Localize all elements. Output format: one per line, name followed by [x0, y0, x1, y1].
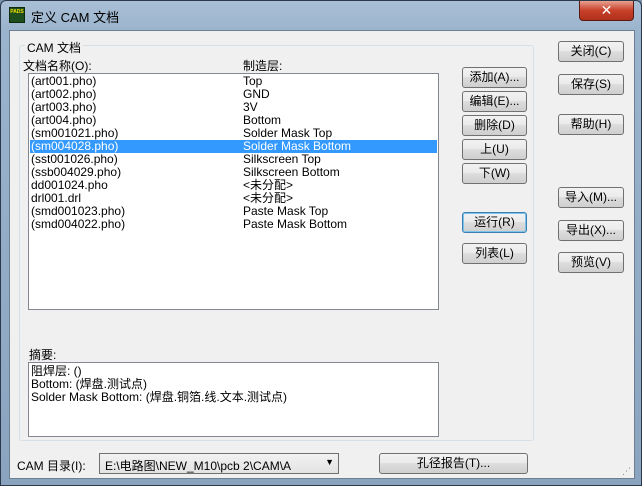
export-button[interactable]: 导出(X)... — [558, 220, 624, 241]
dialog-client-area: CAM 文档 文档名称(O): 制造层: (art001.pho) Top (art… — [9, 30, 635, 479]
move-down-button[interactable]: 下(W) — [462, 163, 527, 184]
run-button[interactable]: 运行(R) — [462, 212, 527, 233]
cam-documents-group-label: CAM 文档 — [25, 39, 84, 56]
window-title: 定义 CAM 文档 — [31, 10, 120, 25]
document-name-column-label: 文档名称(O): — [23, 59, 92, 73]
chevron-down-icon[interactable]: ▼ — [325, 457, 334, 467]
define-cam-documents-dialog: PADS 定义 CAM 文档 ✕ CAM 文档 文档名称(O): 制造层: (a… — [0, 0, 642, 486]
cam-document-list[interactable]: (art001.pho) Top (art002.pho) GND (art003.ph… — [28, 73, 439, 310]
drill-report-button[interactable]: 孔径报告(T)... — [379, 453, 528, 474]
fabrication-layer-column-label: 制造层: — [243, 59, 283, 73]
resize-grip-icon[interactable]: ⋰ — [622, 466, 632, 476]
fabrication-layer: Paste Mask Bottom — [243, 217, 348, 231]
preview-button[interactable]: 预览(V) — [558, 252, 624, 273]
list-item[interactable]: (smd004022.pho) Paste Mask Bottom — [30, 218, 437, 231]
help-button[interactable]: 帮助(H) — [558, 114, 624, 135]
close-window-button[interactable]: ✕ — [579, 1, 634, 21]
list-button[interactable]: 列表(L) — [462, 243, 527, 264]
summary-box: 阻焊层: () Bottom: (焊盘.测试点) Solder Mask Bot… — [28, 362, 439, 437]
document-name: (smd004022.pho) — [31, 217, 126, 231]
delete-button[interactable]: 删除(D) — [462, 115, 527, 136]
list-item[interactable]: dd001024.pho <未分配> — [30, 179, 437, 192]
summary-label: 摘要: — [29, 348, 57, 362]
save-button[interactable]: 保存(S) — [558, 74, 624, 95]
pads-app-icon: PADS — [9, 7, 25, 23]
cam-directory-label: CAM 目录(I): — [17, 459, 86, 473]
cam-directory-dropdown[interactable]: E:\电路图\NEW_M10\pcb 2\CAM\A ▼ — [99, 453, 339, 474]
add-button[interactable]: 添加(A)... — [462, 67, 527, 88]
import-button[interactable]: 导入(M)... — [558, 187, 624, 208]
title-bar[interactable]: PADS 定义 CAM 文档 ✕ — [1, 1, 641, 29]
move-up-button[interactable]: 上(U) — [462, 139, 527, 160]
cam-directory-value: E:\电路图\NEW_M10\pcb 2\CAM\A — [105, 459, 292, 473]
summary-line: Solder Mask Bottom: (焊盘.铜箔.线.文本.测试点) — [31, 390, 288, 404]
edit-button[interactable]: 编辑(E)... — [462, 91, 527, 112]
close-button[interactable]: 关闭(C) — [558, 41, 624, 62]
